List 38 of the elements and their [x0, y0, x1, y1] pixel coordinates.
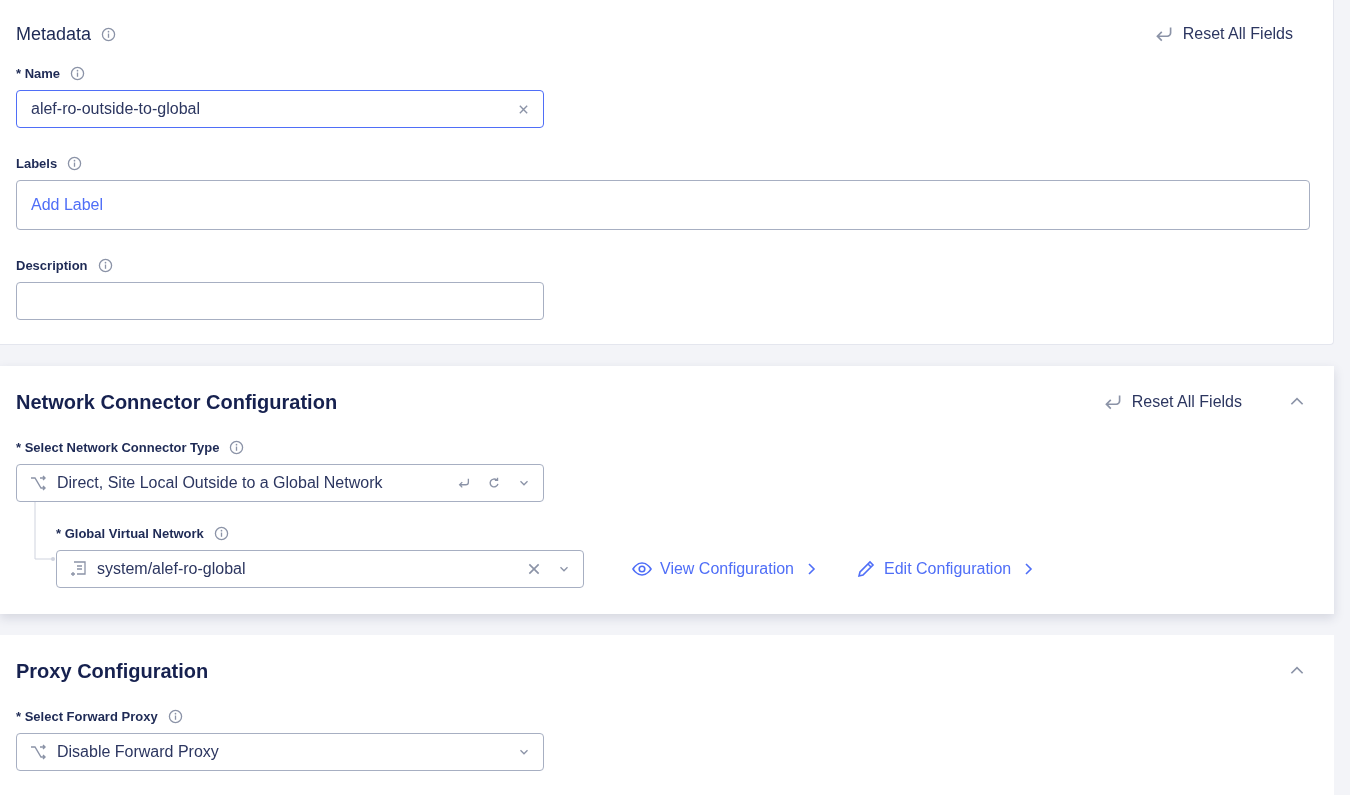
section-title: Metadata [16, 23, 92, 45]
connector-type-select[interactable]: Direct, Site Local Outside to a Global Network [16, 464, 544, 502]
forward-proxy-select[interactable]: Disable Forward Proxy [16, 733, 544, 771]
clear-icon[interactable] [527, 562, 541, 576]
info-icon[interactable] [97, 257, 113, 273]
field-label: * Global Virtual Network [56, 525, 204, 541]
view-configuration-link[interactable]: View Configuration [632, 559, 816, 579]
info-icon[interactable] [229, 439, 245, 455]
clear-icon[interactable] [518, 103, 529, 115]
info-icon[interactable] [67, 155, 83, 171]
chevron-right-icon [1023, 561, 1034, 577]
tree-connector-line [34, 502, 56, 562]
edit-configuration-link[interactable]: Edit Configuration [856, 559, 1034, 579]
reset-all-fields-button[interactable]: Reset All Fields [1101, 391, 1242, 413]
eye-icon [632, 559, 652, 579]
split-arrows-icon [29, 474, 47, 492]
name-input-field[interactable]: alef-ro-outside-to-global [16, 90, 544, 128]
labels-input-field[interactable]: Add Label [16, 180, 1310, 230]
field-label: * Select Network Connector Type [16, 439, 220, 455]
split-arrows-icon [29, 743, 47, 761]
field-label: Description [16, 257, 88, 273]
pencil-icon [856, 559, 876, 579]
list-icon [69, 560, 87, 578]
field-label: * Name [16, 65, 61, 81]
info-icon[interactable] [70, 65, 86, 81]
field-label: * Select Forward Proxy [16, 708, 158, 724]
section-title: Proxy Configuration [16, 659, 209, 683]
section-title: Network Connector Configuration [16, 390, 338, 414]
global-network-select[interactable]: system/alef-ro-global [56, 550, 584, 588]
info-icon[interactable] [101, 26, 117, 42]
description-input-field[interactable] [16, 282, 544, 320]
field-label: Labels [16, 155, 58, 171]
chevron-right-icon [806, 561, 816, 577]
info-icon[interactable] [167, 708, 183, 724]
undo-icon[interactable] [457, 476, 471, 490]
info-icon[interactable] [213, 525, 229, 541]
reset-all-fields-button[interactable]: Reset All Fields [1152, 23, 1293, 45]
refresh-icon[interactable] [487, 476, 501, 490]
